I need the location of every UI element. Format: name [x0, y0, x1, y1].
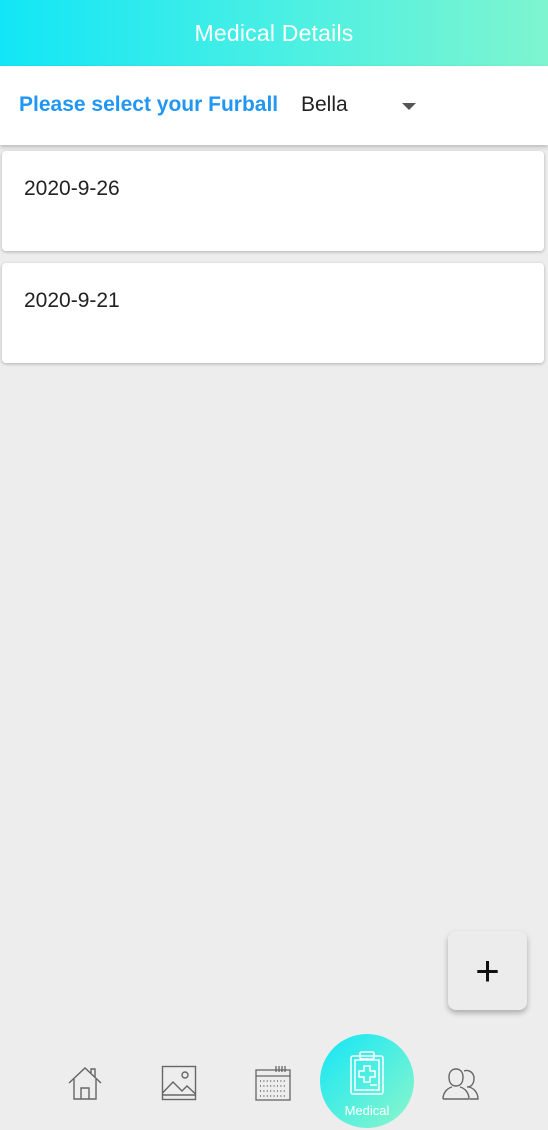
calendar-icon: [255, 1066, 291, 1101]
page-title: Medical Details: [194, 19, 354, 46]
nav-gallery[interactable]: [161, 1065, 197, 1101]
users-icon: [442, 1068, 479, 1100]
pet-dropdown-value: Bella: [301, 93, 348, 116]
medical-record-list: 2020-9-26 2020-9-21: [2, 151, 545, 375]
bottom-nav: Medical: [0, 1030, 548, 1130]
add-record-button[interactable]: +: [448, 931, 527, 1010]
nav-medical-label: Medical: [344, 1103, 390, 1118]
app-bar: Medical Details: [0, 0, 548, 66]
pet-selector-label: Please select your Furball: [19, 93, 279, 116]
medical-clipboard-icon: [350, 1051, 384, 1095]
nav-home[interactable]: [66, 1064, 104, 1102]
nav-calendar[interactable]: [254, 1064, 292, 1102]
image-icon: [161, 1065, 197, 1101]
home-icon: [68, 1067, 102, 1100]
plus-icon: +: [475, 946, 500, 994]
nav-profile[interactable]: [442, 1066, 480, 1102]
medical-record-card[interactable]: 2020-9-26: [2, 151, 544, 251]
pet-selector-bar: Please select your Furball Bella: [0, 66, 548, 145]
pet-dropdown[interactable]: Bella: [301, 88, 421, 124]
medical-record-card[interactable]: 2020-9-21: [2, 263, 544, 363]
nav-medical[interactable]: Medical: [320, 1034, 414, 1128]
caret-down-icon: [402, 103, 416, 110]
record-date: 2020-9-21: [24, 289, 120, 312]
record-date: 2020-9-26: [24, 177, 120, 200]
